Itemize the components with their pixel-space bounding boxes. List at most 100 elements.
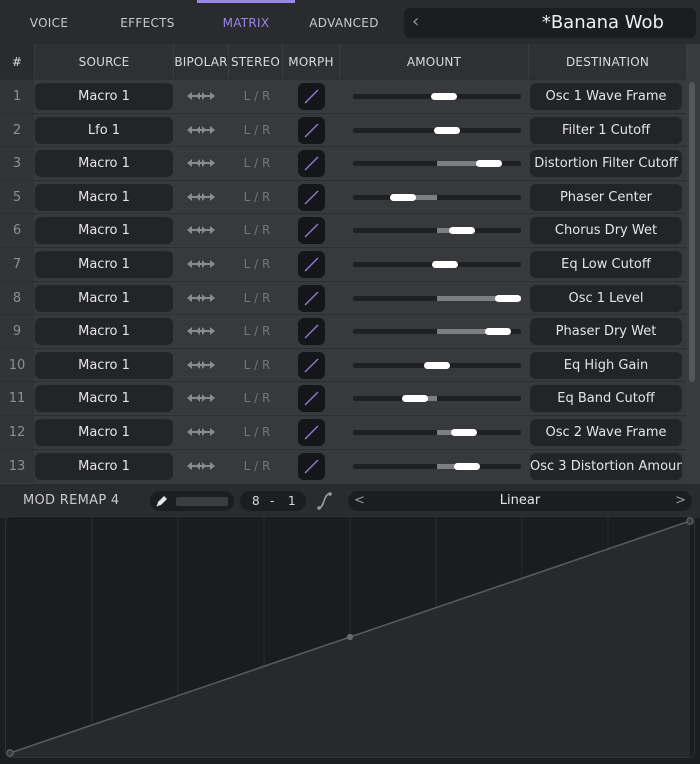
stereo-toggle[interactable]: L / R <box>232 214 282 247</box>
shape-prev-button[interactable]: < <box>354 491 365 511</box>
destination-select[interactable]: Eq Band Cutoff <box>530 385 682 413</box>
matrix-scrollbar[interactable] <box>689 82 695 382</box>
amount-slider[interactable] <box>353 395 521 403</box>
amount-handle[interactable] <box>424 361 450 369</box>
morph-button[interactable] <box>298 351 325 379</box>
stereo-toggle[interactable]: L / R <box>232 282 282 315</box>
chevron-left-icon[interactable]: ‹ <box>412 9 419 35</box>
amount-slider[interactable] <box>353 126 521 134</box>
grid-y-value[interactable]: 1 <box>288 491 296 511</box>
grid-size-control[interactable]: 8 - 1 <box>240 491 306 511</box>
stereo-toggle[interactable]: L / R <box>232 181 282 214</box>
tab-advanced[interactable]: ADVANCED <box>295 0 393 44</box>
bipolar-toggle-icon[interactable] <box>186 257 216 271</box>
source-select[interactable]: Lfo 1 <box>35 116 173 144</box>
curve-point[interactable] <box>686 517 694 525</box>
bipolar-toggle-icon[interactable] <box>186 223 216 237</box>
morph-button[interactable] <box>298 150 325 178</box>
stereo-toggle[interactable]: L / R <box>232 114 282 147</box>
bipolar-toggle-icon[interactable] <box>186 391 216 405</box>
source-select[interactable]: Macro 1 <box>35 183 173 211</box>
shape-next-button[interactable]: > <box>675 491 686 511</box>
destination-select[interactable]: Phaser Dry Wet <box>530 318 682 346</box>
source-select[interactable]: Macro 1 <box>35 318 173 346</box>
amount-slider[interactable] <box>353 261 521 268</box>
source-select[interactable]: Macro 1 <box>35 217 173 245</box>
source-select[interactable]: Macro 1 <box>35 385 173 413</box>
pencil-tool[interactable] <box>150 491 234 511</box>
bipolar-toggle-icon[interactable] <box>186 156 216 170</box>
amount-handle[interactable] <box>450 429 477 436</box>
morph-button[interactable] <box>298 183 325 211</box>
amount-handle[interactable] <box>430 93 457 100</box>
curve-point[interactable] <box>6 749 14 757</box>
pencil-icon[interactable] <box>154 493 170 509</box>
source-select[interactable]: Macro 1 <box>35 284 173 312</box>
destination-select[interactable]: Osc 3 Distortion Amount <box>530 452 682 480</box>
stereo-toggle[interactable]: L / R <box>232 315 282 348</box>
amount-slider[interactable] <box>353 462 521 470</box>
source-select[interactable]: Macro 1 <box>35 351 173 379</box>
tab-matrix[interactable]: MATRIX <box>197 0 295 44</box>
source-select[interactable]: Macro 1 <box>35 83 173 110</box>
amount-slider[interactable] <box>353 93 521 100</box>
amount-handle[interactable] <box>485 328 512 336</box>
bipolar-toggle-icon[interactable] <box>186 190 216 204</box>
destination-select[interactable]: Eq High Gain <box>530 351 682 379</box>
destination-select[interactable]: Filter 1 Cutoff <box>530 116 682 144</box>
destination-select[interactable]: Osc 1 Wave Frame <box>530 83 682 110</box>
morph-button[interactable] <box>298 452 325 480</box>
bipolar-toggle-icon[interactable] <box>186 324 216 338</box>
amount-handle[interactable] <box>476 160 503 168</box>
grid-x-value[interactable]: 8 <box>252 491 260 511</box>
stereo-toggle[interactable]: L / R <box>232 349 282 382</box>
morph-button[interactable] <box>298 419 325 446</box>
destination-select[interactable]: Chorus Dry Wet <box>530 217 682 245</box>
remap-graph-svg[interactable] <box>6 517 694 757</box>
morph-button[interactable] <box>298 284 325 312</box>
morph-button[interactable] <box>298 217 325 245</box>
remap-graph[interactable] <box>5 516 695 758</box>
tab-voice[interactable]: VOICE <box>0 0 98 44</box>
destination-select[interactable]: Osc 1 Level <box>530 284 682 312</box>
preset-selector[interactable]: ‹ *Banana Wob <box>404 8 696 38</box>
morph-button[interactable] <box>298 318 325 346</box>
pencil-smooth-slider[interactable] <box>176 497 228 506</box>
destination-select[interactable]: Phaser Center <box>530 183 682 211</box>
amount-slider[interactable] <box>353 294 521 302</box>
bipolar-toggle-icon[interactable] <box>186 291 216 305</box>
bipolar-toggle-icon[interactable] <box>186 123 216 137</box>
source-select[interactable]: Macro 1 <box>35 150 173 178</box>
morph-button[interactable] <box>298 116 325 144</box>
bipolar-toggle-icon[interactable] <box>186 89 216 103</box>
destination-select[interactable]: Distortion Filter Cutoff <box>530 150 682 178</box>
stereo-toggle[interactable]: L / R <box>232 416 282 449</box>
amount-slider[interactable] <box>353 429 521 436</box>
amount-slider[interactable] <box>353 160 521 168</box>
amount-handle[interactable] <box>454 462 481 470</box>
stereo-toggle[interactable]: L / R <box>232 248 282 281</box>
curve-point[interactable] <box>346 633 354 641</box>
amount-handle[interactable] <box>434 126 461 134</box>
amount-slider[interactable] <box>353 328 521 336</box>
bipolar-toggle-icon[interactable] <box>186 425 216 439</box>
bipolar-toggle-icon[interactable] <box>186 459 216 473</box>
stereo-toggle[interactable]: L / R <box>232 450 282 483</box>
source-select[interactable]: Macro 1 <box>35 419 173 446</box>
morph-button[interactable] <box>298 385 325 413</box>
amount-handle[interactable] <box>432 261 459 268</box>
source-select[interactable]: Macro 1 <box>35 452 173 480</box>
morph-button[interactable] <box>298 251 325 278</box>
stereo-toggle[interactable]: L / R <box>232 147 282 180</box>
amount-slider[interactable] <box>353 227 521 235</box>
amount-handle[interactable] <box>495 294 521 302</box>
curve-icon[interactable] <box>316 491 336 511</box>
amount-handle[interactable] <box>390 193 417 201</box>
stereo-toggle[interactable]: L / R <box>232 80 282 113</box>
amount-handle[interactable] <box>449 227 476 235</box>
bipolar-toggle-icon[interactable] <box>186 358 216 372</box>
destination-select[interactable]: Eq Low Cutoff <box>530 251 682 278</box>
remap-shape-selector[interactable]: Linear < > <box>348 491 692 511</box>
amount-handle[interactable] <box>402 395 429 403</box>
stereo-toggle[interactable]: L / R <box>232 382 282 415</box>
